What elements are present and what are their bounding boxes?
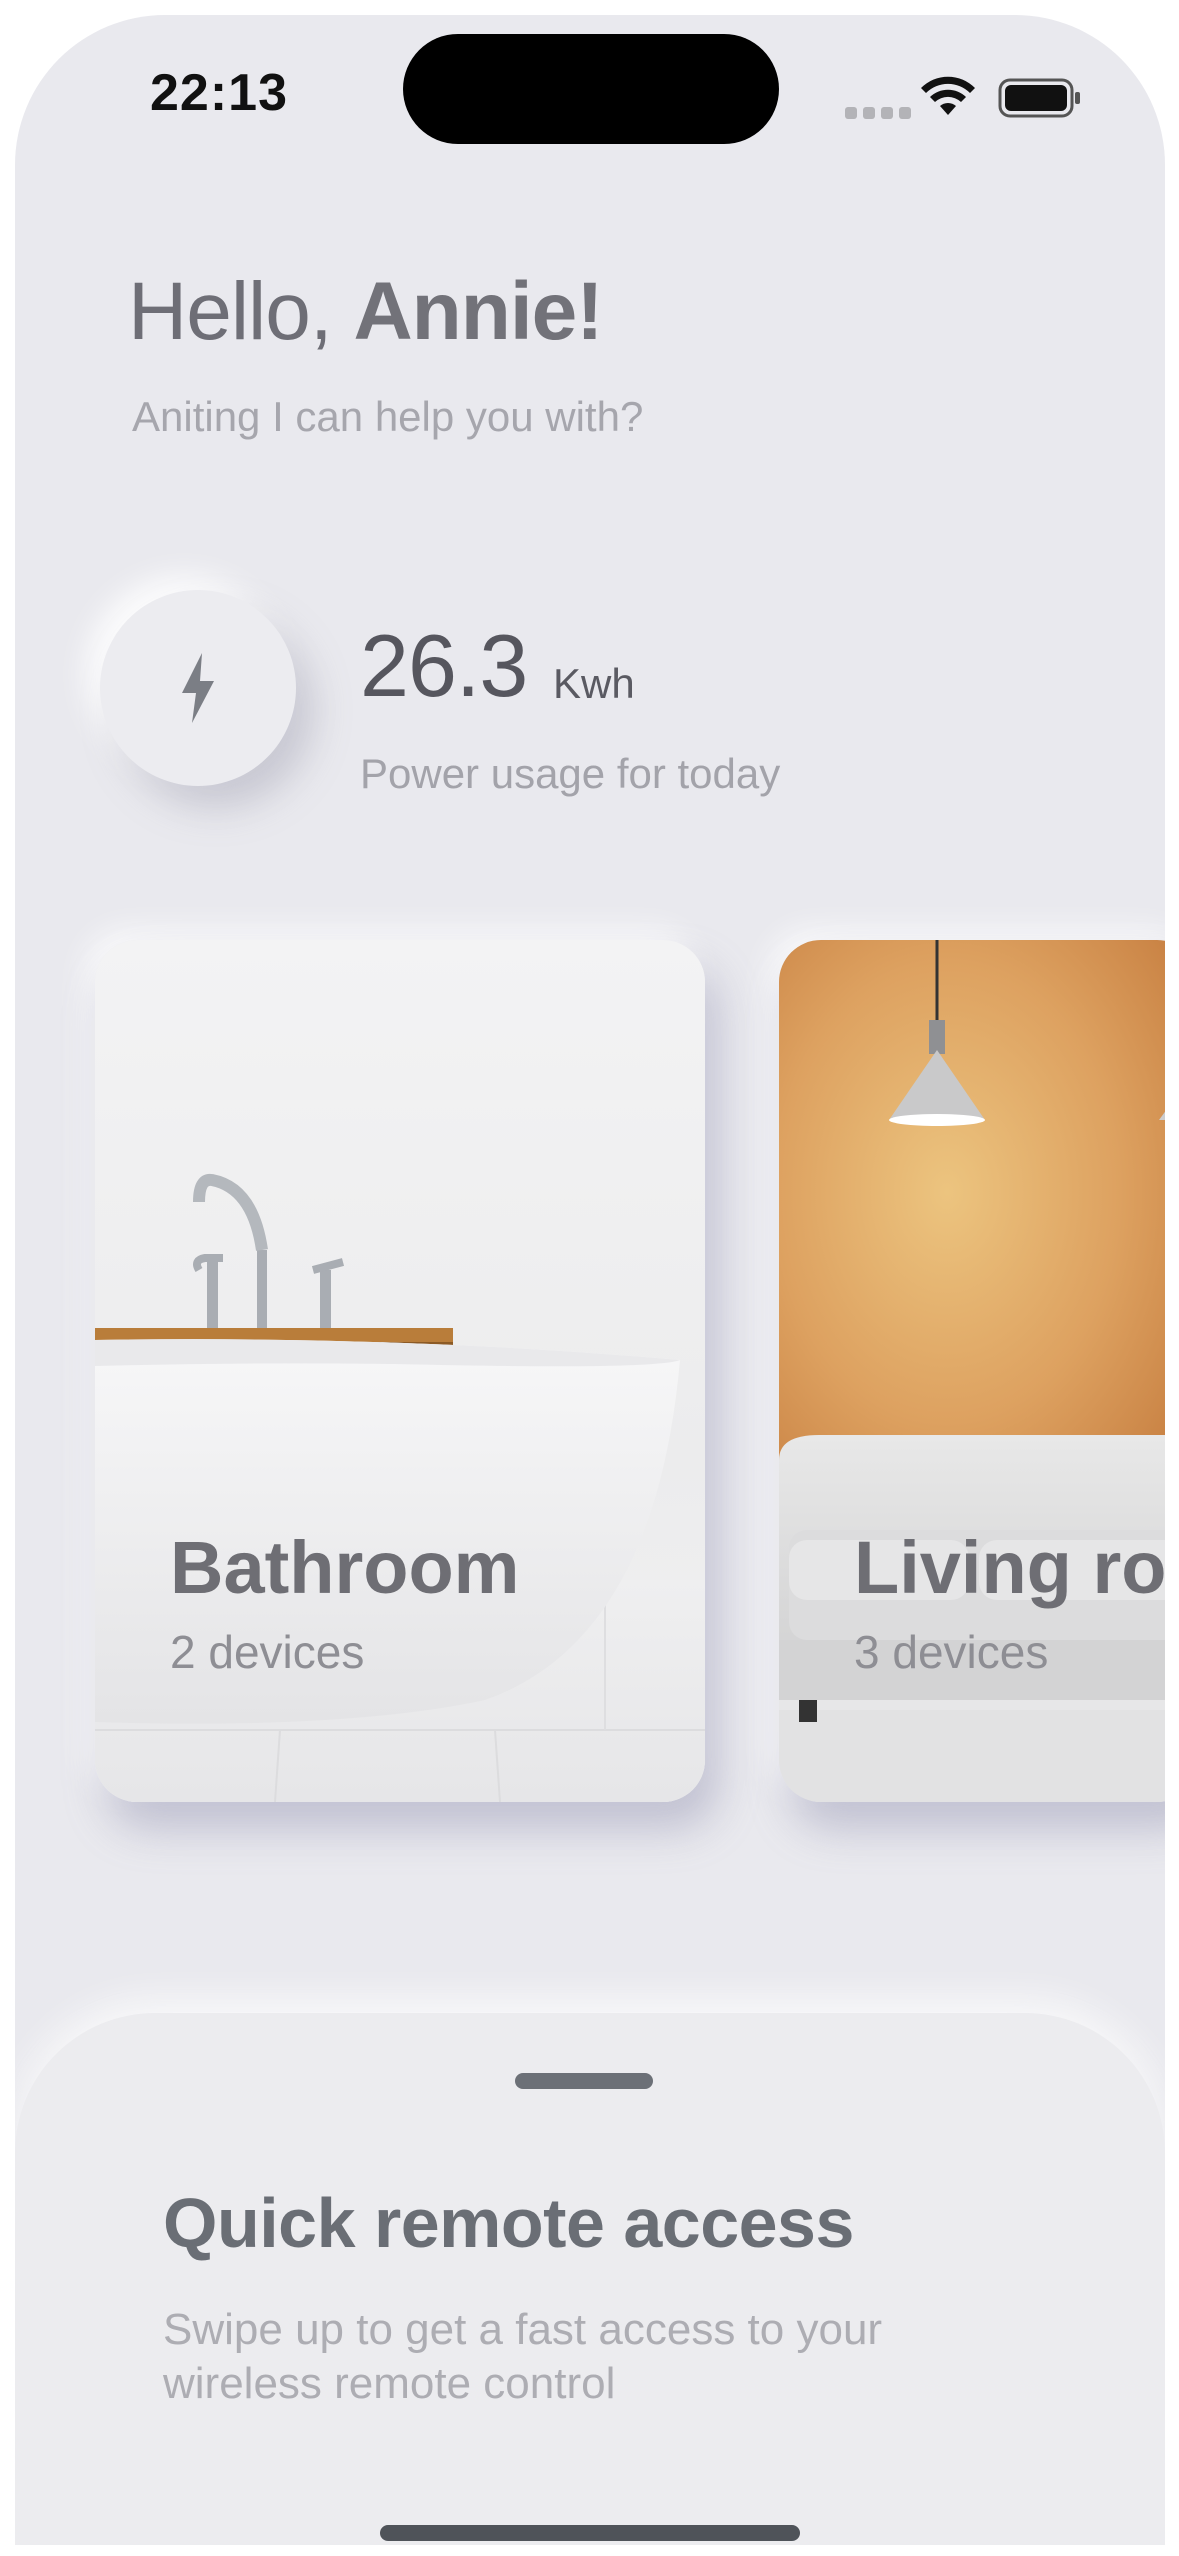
sheet-title: Quick remote access	[163, 2184, 854, 2262]
app-screen: 22:13 Hello, Annie! Aniting I can help y…	[15, 15, 1165, 2545]
power-button[interactable]	[100, 590, 296, 786]
battery-icon	[998, 78, 1080, 118]
room-card-bathroom[interactable]: Bathroom 2 devices	[95, 940, 705, 1802]
cellular-signal-icon	[845, 107, 911, 119]
room-device-count: 3 devices	[854, 1626, 1049, 1678]
power-label: Power usage for today	[360, 750, 781, 797]
room-card-living-room[interactable]: Living room 3 devices	[779, 940, 1165, 1802]
sheet-subtitle: Swipe up to get a fast access to your wi…	[163, 2305, 883, 2408]
greeting-hello: Hello,	[128, 266, 333, 357]
room-name: Living room	[854, 1526, 1165, 1609]
status-time: 22:13	[150, 64, 288, 122]
wifi-icon	[921, 76, 975, 115]
quick-access-sheet[interactable]: Quick remote access Swipe up to get a fa…	[15, 2013, 1165, 2545]
greeting-subtitle: Aniting I can help you with?	[132, 393, 644, 440]
room-name: Bathroom	[170, 1526, 520, 1609]
greeting-heading: Hello, Annie!	[128, 265, 604, 359]
home-indicator[interactable]	[380, 2525, 800, 2541]
sheet-drag-handle[interactable]	[515, 2073, 653, 2089]
room-device-count: 2 devices	[170, 1626, 365, 1678]
bolt-icon	[182, 653, 214, 723]
dynamic-island	[403, 34, 779, 144]
power-unit: Kwh	[553, 660, 635, 707]
greeting-name: Annie!	[353, 266, 603, 357]
power-value: 26.3	[360, 616, 528, 715]
